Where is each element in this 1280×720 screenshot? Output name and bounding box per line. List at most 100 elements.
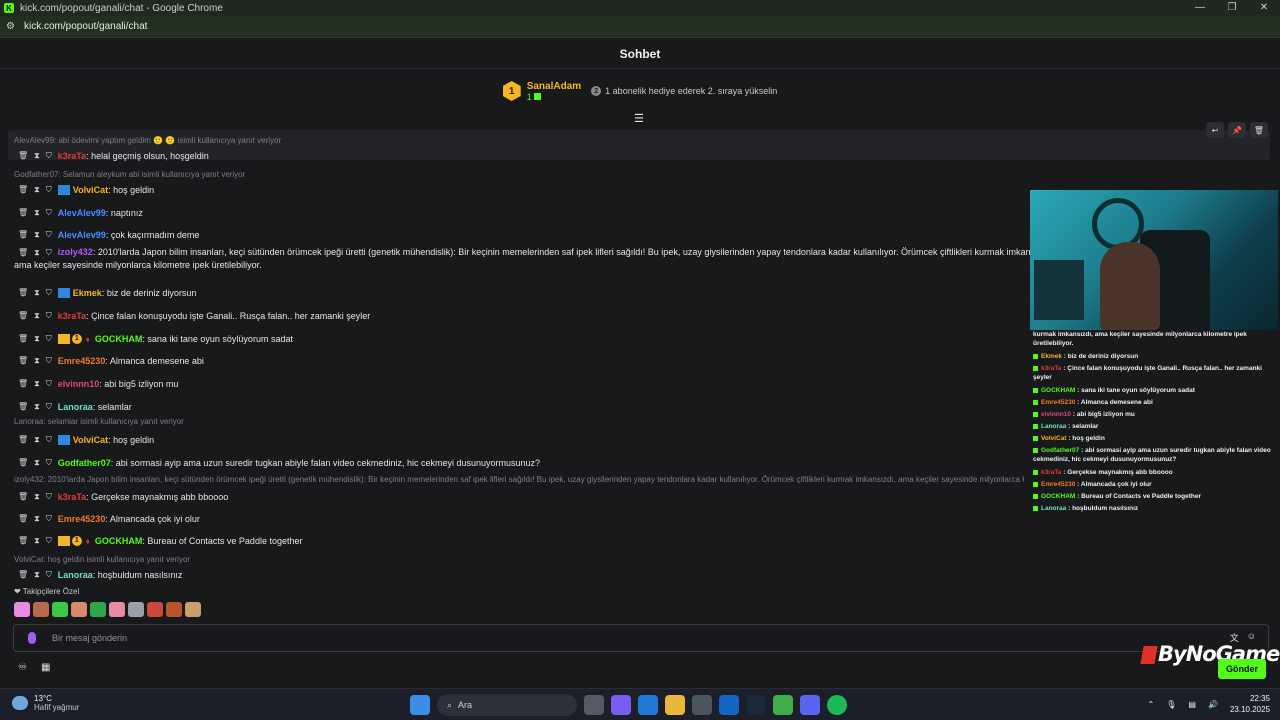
- timeout-icon[interactable]: ⧗: [34, 185, 40, 195]
- ban-icon[interactable]: ⛉: [46, 311, 52, 321]
- chat-message[interactable]: 🗑 ⧗ ⛉ Emre45230: Almanca demesene abi: [14, 356, 204, 366]
- chat-username[interactable]: Lanoraa: [58, 570, 93, 580]
- chat-username[interactable]: VolviCat: [73, 185, 108, 195]
- task-view-icon[interactable]: [584, 695, 604, 715]
- outlook-icon[interactable]: [719, 695, 739, 715]
- chat-username[interactable]: Godfather07: [58, 458, 111, 468]
- chat-message[interactable]: 🗑 ⧗ ⛉ VolviCat: hoş geldin: [14, 435, 154, 445]
- reply-reference[interactable]: Lanoraa: selamlar isimli kullanıcıya yan…: [14, 417, 1024, 426]
- chat-username[interactable]: GOCKHAM: [95, 334, 143, 344]
- store-app-icon[interactable]: [692, 695, 712, 715]
- reply-reference[interactable]: AlevAlev99: abi ödevimi yaptım geldim 🙂 …: [14, 136, 1024, 145]
- delete-message-icon[interactable]: 🗑: [18, 435, 28, 445]
- close-icon[interactable]: ✕: [1248, 0, 1280, 16]
- chat-message[interactable]: 🗑 ⧗ ⛉ Lanoraa: selamlar: [14, 402, 132, 412]
- chat-input-box[interactable]: 文 ☺: [13, 624, 1269, 652]
- delete-message-icon[interactable]: 🗑: [18, 536, 28, 546]
- chevron-up-icon[interactable]: ⌃: [1148, 700, 1155, 709]
- chrome-icon[interactable]: [773, 695, 793, 715]
- delete-message-icon[interactable]: 🗑: [18, 246, 28, 259]
- delete-message-icon[interactable]: 🗑: [18, 379, 28, 389]
- taskbar-search[interactable]: ⌕ Ara: [437, 694, 577, 716]
- emote-icon[interactable]: [147, 602, 163, 617]
- ban-icon[interactable]: ⛉: [46, 402, 52, 412]
- delete-icon[interactable]: 🗑: [1250, 122, 1268, 138]
- chat-message[interactable]: 🗑 ⧗ ⛉ AlevAlev99: çok kaçırmadım deme: [14, 230, 199, 240]
- chat-message[interactable]: 🗑 ⧗ ⛉ k3raTa: helal geçmiş olsun, hoşgeldin: [14, 151, 209, 161]
- delete-message-icon[interactable]: 🗑: [18, 402, 28, 412]
- ban-icon[interactable]: ⛉: [46, 246, 52, 259]
- emote-icon[interactable]: [128, 602, 144, 617]
- send-button[interactable]: Gönder: [1218, 659, 1266, 679]
- timeout-icon[interactable]: ⧗: [34, 402, 40, 412]
- timeout-icon[interactable]: ⧗: [34, 151, 40, 161]
- emote-icon[interactable]: [166, 602, 182, 617]
- delete-message-icon[interactable]: 🗑: [18, 151, 28, 161]
- chat-username[interactable]: elvinnn10: [58, 379, 100, 389]
- chat-username[interactable]: izoly432: [58, 247, 93, 257]
- delete-message-icon[interactable]: 🗑: [18, 356, 28, 366]
- chat-filter-icon[interactable]: ☰: [634, 112, 644, 125]
- ban-icon[interactable]: ⛉: [46, 334, 52, 344]
- network-icon[interactable]: ▤: [1188, 700, 1196, 709]
- site-settings-icon[interactable]: ⚙: [6, 21, 20, 32]
- chat-message[interactable]: 🗑 ⧗ ⛉ Emre45230: Almancada çok iyi olur: [14, 514, 200, 524]
- chat-message[interactable]: 🗑 ⧗ ⛉ izoly432: 2010'larda Japon bilim insa…: [14, 246, 1054, 272]
- timeout-icon[interactable]: ⧗: [34, 514, 40, 524]
- spotify-icon[interactable]: [827, 695, 847, 715]
- timeout-icon[interactable]: ⧗: [34, 246, 40, 259]
- store-icon[interactable]: ▦: [41, 662, 50, 673]
- pin-icon[interactable]: 📌: [1228, 122, 1246, 138]
- chat-username[interactable]: k3raTa: [58, 151, 86, 161]
- microphone-tray-icon[interactable]: 🎙: [1166, 700, 1176, 709]
- chat-message[interactable]: 🗑 ⧗ ⛉ 1 ♦ GOCKHAM: sana iki tane oyun söylüyo…: [14, 334, 293, 344]
- emote-icon[interactable]: [52, 602, 68, 617]
- timeout-icon[interactable]: ⧗: [34, 570, 40, 580]
- timeout-icon[interactable]: ⧗: [34, 208, 40, 218]
- chat-username[interactable]: AlevAlev99: [58, 230, 106, 240]
- emote-icon[interactable]: [90, 602, 106, 617]
- timeout-icon[interactable]: ⧗: [34, 536, 40, 546]
- delete-message-icon[interactable]: 🗑: [18, 458, 28, 468]
- chat-message[interactable]: 🗑 ⧗ ⛉ Lanoraa: hoşbuldum nasılsınız: [14, 570, 182, 580]
- delete-message-icon[interactable]: 🗑: [18, 334, 28, 344]
- reply-reference[interactable]: Godfather07: Selamun aleykum abi isimli …: [14, 170, 1024, 179]
- ban-icon[interactable]: ⛉: [46, 570, 52, 580]
- emote-icon[interactable]: [33, 602, 49, 617]
- file-explorer-icon[interactable]: [665, 695, 685, 715]
- timeout-icon[interactable]: ⧗: [34, 311, 40, 321]
- delete-message-icon[interactable]: 🗑: [18, 185, 28, 195]
- emote-icon[interactable]: [71, 602, 87, 617]
- steam-icon[interactable]: [746, 695, 766, 715]
- chat-username[interactable]: Lanoraa: [58, 402, 93, 412]
- ban-icon[interactable]: ⛉: [46, 288, 52, 298]
- ban-icon[interactable]: ⛉: [46, 536, 52, 546]
- chat-username[interactable]: VolviCat: [73, 435, 108, 445]
- delete-message-icon[interactable]: 🗑: [18, 492, 28, 502]
- chat-username[interactable]: k3raTa: [58, 311, 86, 321]
- edge-icon[interactable]: [638, 695, 658, 715]
- ban-icon[interactable]: ⛉: [46, 185, 52, 195]
- chat-message[interactable]: 🗑 ⧗ ⛉ Godfather07: abi sormasi ayip ama uzu…: [14, 458, 540, 468]
- emote-icon[interactable]: [14, 602, 30, 617]
- chat-username[interactable]: GOCKHAM: [95, 536, 143, 546]
- ban-icon[interactable]: ⛉: [46, 356, 52, 366]
- ban-icon[interactable]: ⛉: [46, 230, 52, 240]
- ban-icon[interactable]: ⛉: [46, 151, 52, 161]
- discord-icon[interactable]: [800, 695, 820, 715]
- delete-message-icon[interactable]: 🗑: [18, 230, 28, 240]
- chat-message[interactable]: 🗑 ⧗ ⛉ 1 ♦ GOCKHAM: Bureau of Contacts ve Padd…: [14, 536, 302, 546]
- chat-message[interactable]: 🗑 ⧗ ⛉ AlevAlev99: naptınız: [14, 208, 143, 218]
- ban-icon[interactable]: ⛉: [46, 208, 52, 218]
- delete-message-icon[interactable]: 🗑: [18, 208, 28, 218]
- copilot-icon[interactable]: [611, 695, 631, 715]
- chat-message-input[interactable]: [52, 633, 1152, 643]
- chat-message[interactable]: 🗑 ⧗ ⛉ k3raTa: Çince falan konuşuyodu işte G…: [14, 311, 370, 321]
- top-gifter-name[interactable]: SanalAdam: [527, 81, 581, 92]
- ban-icon[interactable]: ⛉: [46, 379, 52, 389]
- chat-username[interactable]: Ekmek: [73, 288, 102, 298]
- chat-username[interactable]: Emre45230: [58, 356, 106, 366]
- chat-username[interactable]: Emre45230: [58, 514, 106, 524]
- timeout-icon[interactable]: ⧗: [34, 458, 40, 468]
- timeout-icon[interactable]: ⧗: [34, 379, 40, 389]
